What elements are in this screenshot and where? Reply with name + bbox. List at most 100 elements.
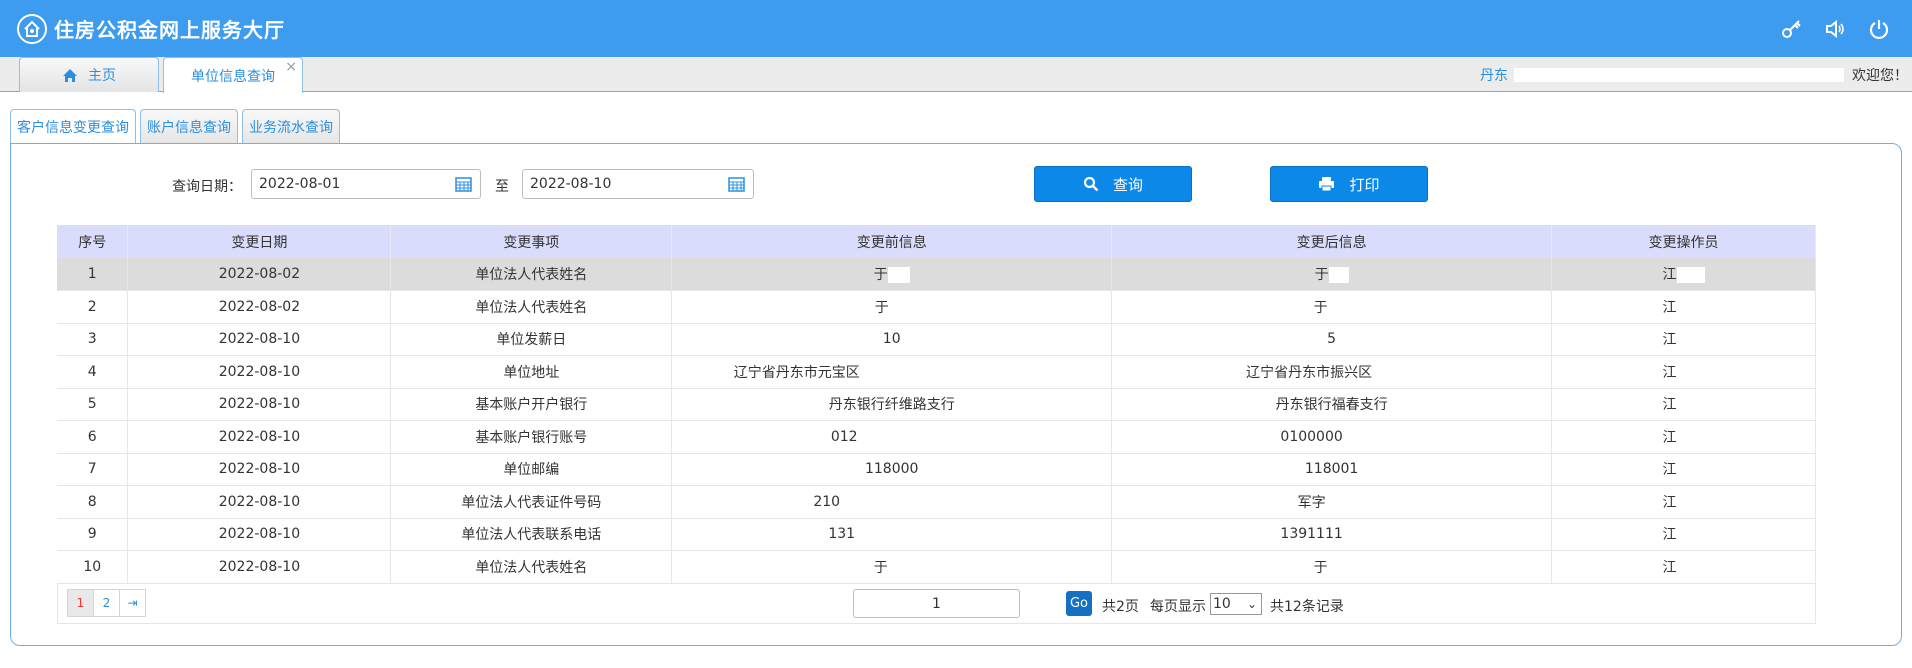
search-icon bbox=[1083, 176, 1099, 192]
cell-no: 2 bbox=[57, 290, 129, 324]
cell-operator: 江 bbox=[1551, 258, 1816, 291]
pagination-bar: 1 2 ⇥ 1 Go 共2页 每页显示 10 ⌄ 共12条记录 bbox=[57, 584, 1816, 624]
user-city: 丹东 bbox=[1480, 67, 1508, 84]
query-button[interactable]: 查询 bbox=[1034, 166, 1192, 202]
cell-item: 单位法人代表姓名 bbox=[390, 550, 673, 584]
power-icon[interactable] bbox=[1868, 18, 1890, 40]
cell-after: 于 bbox=[1111, 290, 1553, 324]
table-row[interactable]: 7 2022-08-10 单位邮编 118000 118001 江 bbox=[57, 453, 1816, 486]
print-button-label: 打印 bbox=[1349, 175, 1380, 194]
cell-before: 118000 bbox=[671, 453, 1113, 486]
go-button[interactable]: Go bbox=[1066, 591, 1092, 616]
cell-no: 10 bbox=[57, 550, 129, 584]
per-page-select[interactable]: 10 ⌄ bbox=[1210, 593, 1262, 615]
tab-home-label: 主页 bbox=[88, 68, 116, 84]
end-date-input[interactable]: 2022-08-10 bbox=[522, 169, 754, 199]
printer-icon bbox=[1319, 177, 1335, 192]
cell-after: 118001 bbox=[1111, 453, 1553, 486]
cell-item: 单位邮编 bbox=[390, 453, 673, 486]
cell-operator: 江 bbox=[1551, 355, 1816, 389]
tab-unit-info-query-label: 单位信息查询 bbox=[191, 68, 275, 85]
cell-operator: 江 bbox=[1551, 518, 1816, 551]
cell-operator: 江 bbox=[1551, 388, 1816, 421]
table-row[interactable]: 3 2022-08-10 单位发薪日 10 5 江 bbox=[57, 323, 1816, 356]
speaker-icon[interactable] bbox=[1824, 18, 1846, 40]
subtab-business-flow[interactable]: 业务流水查询 bbox=[242, 109, 340, 143]
page-number-input[interactable]: 1 bbox=[853, 589, 1020, 618]
cell-item: 单位地址 bbox=[390, 355, 673, 389]
subtab-customer-info-change[interactable]: 客户信息变更查询 bbox=[10, 109, 136, 144]
start-date-value: 2022-08-01 bbox=[259, 176, 341, 192]
start-date-input[interactable]: 2022-08-01 bbox=[251, 169, 481, 199]
table-row[interactable]: 5 2022-08-10 基本账户开户银行 丹东银行纤维路支行 丹东银行福春支行… bbox=[57, 388, 1816, 421]
col-header-item[interactable]: 变更事项 bbox=[390, 225, 673, 258]
cell-item: 单位法人代表联系电话 bbox=[390, 518, 673, 551]
sub-tabs: 客户信息变更查询 账户信息查询 业务流水查询 bbox=[10, 109, 344, 144]
table-row[interactable]: 1 2022-08-02 单位法人代表姓名 于 于 江 bbox=[57, 258, 1816, 291]
col-header-before[interactable]: 变更前信息 bbox=[671, 225, 1113, 258]
tab-unit-info-query[interactable]: 单位信息查询 × bbox=[163, 57, 303, 93]
cell-after: 1391111 bbox=[1111, 518, 1553, 551]
cell-date: 2022-08-10 bbox=[127, 550, 392, 584]
page-tab-bar: 主页 单位信息查询 × 丹东 欢迎您！ bbox=[0, 57, 1912, 93]
cell-date: 2022-08-10 bbox=[127, 388, 392, 421]
cell-no: 1 bbox=[57, 258, 129, 291]
table-row[interactable]: 2 2022-08-02 单位法人代表姓名 于 于 江 bbox=[57, 290, 1816, 324]
change-records-table: 序号 变更日期 变更事项 变更前信息 变更后信息 变更操作员 1 2022-08… bbox=[57, 225, 1816, 584]
query-button-label: 查询 bbox=[1112, 175, 1143, 194]
calendar-icon[interactable] bbox=[455, 176, 472, 192]
col-header-operator[interactable]: 变更操作员 bbox=[1551, 225, 1816, 258]
cell-no: 9 bbox=[57, 518, 129, 551]
table-row[interactable]: 4 2022-08-10 单位地址 辽宁省丹东市元宝区 辽宁省丹东市振兴区 江 bbox=[57, 355, 1816, 389]
col-header-date[interactable]: 变更日期 bbox=[127, 225, 392, 258]
end-date-value: 2022-08-10 bbox=[530, 176, 612, 192]
cell-no: 5 bbox=[57, 388, 129, 421]
cell-before: 丹东银行纤维路支行 bbox=[671, 388, 1113, 421]
cell-operator: 江 bbox=[1551, 323, 1816, 356]
cell-date: 2022-08-10 bbox=[127, 518, 392, 551]
calendar-icon[interactable] bbox=[728, 176, 745, 192]
cell-operator: 江 bbox=[1551, 420, 1816, 454]
cell-after: 军字 bbox=[1111, 485, 1553, 519]
cell-before: 10 bbox=[671, 323, 1113, 356]
app-title: 住房公积金网上服务大厅 bbox=[54, 18, 285, 42]
cell-item: 单位法人代表姓名 bbox=[390, 258, 673, 291]
cell-no: 4 bbox=[57, 355, 129, 389]
tab-home[interactable]: 主页 bbox=[19, 57, 159, 92]
page-button-1[interactable]: 1 bbox=[67, 589, 94, 617]
cell-after: 丹东银行福春支行 bbox=[1111, 388, 1553, 421]
last-page-icon[interactable]: ⇥ bbox=[119, 589, 146, 617]
table-row[interactable]: 6 2022-08-10 基本账户银行账号 012 0100000 江 bbox=[57, 420, 1816, 454]
page-button-2[interactable]: 2 bbox=[93, 589, 120, 617]
cell-before: 131 bbox=[671, 518, 1113, 551]
top-header: 住房公积金网上服务大厅 bbox=[0, 0, 1912, 57]
cell-no: 8 bbox=[57, 485, 129, 519]
col-header-after[interactable]: 变更后信息 bbox=[1111, 225, 1553, 258]
cell-before: 210 bbox=[671, 485, 1113, 519]
close-icon[interactable]: × bbox=[285, 59, 297, 75]
cell-date: 2022-08-10 bbox=[127, 355, 392, 389]
cell-date: 2022-08-02 bbox=[127, 290, 392, 324]
query-date-label: 查询日期： bbox=[172, 179, 242, 195]
key-icon[interactable] bbox=[1780, 18, 1802, 40]
cell-item: 基本账户银行账号 bbox=[390, 420, 673, 454]
welcome-text: 欢迎您！ bbox=[1852, 67, 1908, 84]
user-area: 丹东 欢迎您！ bbox=[1480, 57, 1912, 92]
total-records: 共12条记录 bbox=[1270, 599, 1344, 615]
cell-before: 于 bbox=[671, 258, 1113, 291]
col-header-no[interactable]: 序号 bbox=[57, 225, 129, 258]
cell-before: 于 bbox=[671, 550, 1113, 584]
cell-item: 基本账户开户银行 bbox=[390, 388, 673, 421]
home-icon bbox=[63, 68, 77, 82]
subtab-account-info[interactable]: 账户信息查询 bbox=[140, 109, 238, 143]
table-row[interactable]: 9 2022-08-10 单位法人代表联系电话 131 1391111 江 bbox=[57, 518, 1816, 551]
cell-no: 3 bbox=[57, 323, 129, 356]
cell-after: 5 bbox=[1111, 323, 1553, 356]
cell-after: 于 bbox=[1111, 258, 1553, 291]
cell-date: 2022-08-10 bbox=[127, 453, 392, 486]
table-row[interactable]: 8 2022-08-10 单位法人代表证件号码 210 军字 江 bbox=[57, 485, 1816, 519]
home-logo-icon bbox=[17, 13, 47, 44]
table-row[interactable]: 10 2022-08-10 单位法人代表姓名 于 于 江 bbox=[57, 550, 1816, 584]
cell-before: 012 bbox=[671, 420, 1113, 454]
print-button[interactable]: 打印 bbox=[1270, 166, 1428, 202]
